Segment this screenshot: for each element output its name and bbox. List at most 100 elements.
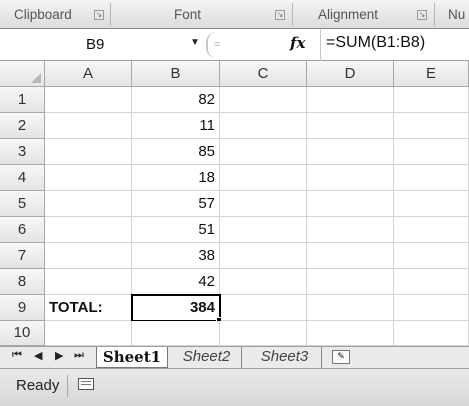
cell-a9[interactable]: TOTAL: xyxy=(45,295,132,321)
cell-c3[interactable] xyxy=(220,139,307,165)
cell-b8[interactable]: 42 xyxy=(132,269,220,295)
tab-sheet3[interactable]: Sheet3 xyxy=(248,347,322,368)
cell-a4[interactable] xyxy=(45,165,132,191)
cell-a2[interactable] xyxy=(45,113,132,139)
insert-sheet-icon[interactable]: ✎ xyxy=(332,350,350,364)
ribbon-group-clipboard: Clipboard xyxy=(14,0,72,29)
cell-c5[interactable] xyxy=(220,191,307,217)
row-header[interactable]: 7 xyxy=(0,243,45,269)
tab-sheet1[interactable]: Sheet1 xyxy=(96,347,168,368)
next-sheet-icon[interactable]: ▶ xyxy=(55,349,63,362)
cell-a5[interactable] xyxy=(45,191,132,217)
cell-e9[interactable] xyxy=(394,295,469,321)
prev-sheet-icon[interactable]: ◀ xyxy=(34,349,42,362)
cell-b5[interactable]: 57 xyxy=(132,191,220,217)
formula-separator xyxy=(320,29,321,61)
ribbon-group-labels: Clipboard ↘ Font ↘ Alignment ↘ Nu xyxy=(0,0,469,29)
row-header[interactable]: 5 xyxy=(0,191,45,217)
cell-e1[interactable] xyxy=(394,87,469,113)
alignment-launcher-icon[interactable]: ↘ xyxy=(417,10,427,20)
cell-e6[interactable] xyxy=(394,217,469,243)
cell-a3[interactable] xyxy=(45,139,132,165)
number-label: Nu xyxy=(448,7,466,22)
cell-a10[interactable] xyxy=(45,321,132,346)
column-header-c[interactable]: C xyxy=(220,61,307,87)
ribbon-separator xyxy=(434,3,435,26)
row-header[interactable]: 3 xyxy=(0,139,45,165)
status-bar: Ready xyxy=(0,368,469,406)
cell-d6[interactable] xyxy=(307,217,394,243)
resize-grip-icon[interactable]: = xyxy=(214,39,220,51)
column-header-a[interactable]: A xyxy=(45,61,132,87)
cell-d9[interactable] xyxy=(307,295,394,321)
cell-d10[interactable] xyxy=(307,321,394,346)
corner-triangle-icon xyxy=(31,73,41,83)
status-separator xyxy=(67,375,68,397)
select-all-corner[interactable] xyxy=(0,61,45,87)
cell-b6[interactable]: 51 xyxy=(132,217,220,243)
font-launcher-icon[interactable]: ↘ xyxy=(275,10,285,20)
cell-d8[interactable] xyxy=(307,269,394,295)
cell-c1[interactable] xyxy=(220,87,307,113)
cell-c2[interactable] xyxy=(220,113,307,139)
cell-b1[interactable]: 82 xyxy=(132,87,220,113)
clipboard-launcher-icon[interactable]: ↘ xyxy=(94,10,104,20)
cell-a1[interactable] xyxy=(45,87,132,113)
cell-c6[interactable] xyxy=(220,217,307,243)
insert-function-icon[interactable]: fx xyxy=(290,34,305,52)
column-header-d[interactable]: D xyxy=(307,61,394,87)
cell-e3[interactable] xyxy=(394,139,469,165)
row-header[interactable]: 8 xyxy=(0,269,45,295)
cell-c9[interactable] xyxy=(221,295,307,321)
ribbon-group-alignment: Alignment xyxy=(318,0,378,29)
column-header-b[interactable]: B xyxy=(132,61,220,87)
row-header[interactable]: 6 xyxy=(0,217,45,243)
row-header[interactable]: 1 xyxy=(0,87,45,113)
row-header[interactable]: 10 xyxy=(0,321,45,346)
cell-d5[interactable] xyxy=(307,191,394,217)
sheet-tabs-bar: ⏮ ◀ ▶ ⏭ Sheet1 Sheet2 Sheet3 ✎ xyxy=(0,346,469,368)
row-header[interactable]: 4 xyxy=(0,165,45,191)
cell-d7[interactable] xyxy=(307,243,394,269)
ribbon-group-font: Font xyxy=(174,0,201,29)
cell-d1[interactable] xyxy=(307,87,394,113)
column-header-e[interactable]: E xyxy=(394,61,469,87)
cell-b2[interactable]: 11 xyxy=(132,113,220,139)
last-sheet-icon[interactable]: ⏭ xyxy=(74,349,84,362)
cell-c8[interactable] xyxy=(220,269,307,295)
ribbon-separator xyxy=(292,3,293,26)
font-label: Font xyxy=(174,7,202,22)
macro-record-icon[interactable] xyxy=(78,378,94,390)
tab-sheet2[interactable]: Sheet2 xyxy=(172,347,242,368)
cell-d4[interactable] xyxy=(307,165,394,191)
cell-b10[interactable] xyxy=(132,321,220,346)
first-sheet-icon[interactable]: ⏮ xyxy=(12,349,22,362)
cell-a6[interactable] xyxy=(45,217,132,243)
formula-bar: B9 ▼ = fx =SUM(B1:B8) xyxy=(0,29,469,61)
cell-b9-selected[interactable]: 384 xyxy=(131,294,221,322)
cell-e2[interactable] xyxy=(394,113,469,139)
row-header[interactable]: 2 xyxy=(0,113,45,139)
cell-e7[interactable] xyxy=(394,243,469,269)
cell-b4[interactable]: 18 xyxy=(132,165,220,191)
cell-c7[interactable] xyxy=(220,243,307,269)
cell-b3[interactable]: 85 xyxy=(132,139,220,165)
cell-a8[interactable] xyxy=(45,269,132,295)
cell-d2[interactable] xyxy=(307,113,394,139)
name-box-dropdown-icon[interactable]: ▼ xyxy=(190,37,200,48)
cell-c10[interactable] xyxy=(220,321,307,346)
row-header[interactable]: 9 xyxy=(0,295,45,321)
ribbon-separator xyxy=(110,3,111,26)
alignment-label: Alignment xyxy=(318,7,379,22)
cell-c4[interactable] xyxy=(220,165,307,191)
cell-a7[interactable] xyxy=(45,243,132,269)
cell-e5[interactable] xyxy=(394,191,469,217)
cell-b7[interactable]: 38 xyxy=(132,243,220,269)
cell-e10[interactable] xyxy=(394,321,469,346)
formula-input[interactable]: =SUM(B1:B8) xyxy=(326,34,425,52)
clipboard-label: Clipboard xyxy=(14,7,72,22)
cell-e4[interactable] xyxy=(394,165,469,191)
cell-e8[interactable] xyxy=(394,269,469,295)
cell-d3[interactable] xyxy=(307,139,394,165)
name-box[interactable]: B9 xyxy=(8,33,204,57)
